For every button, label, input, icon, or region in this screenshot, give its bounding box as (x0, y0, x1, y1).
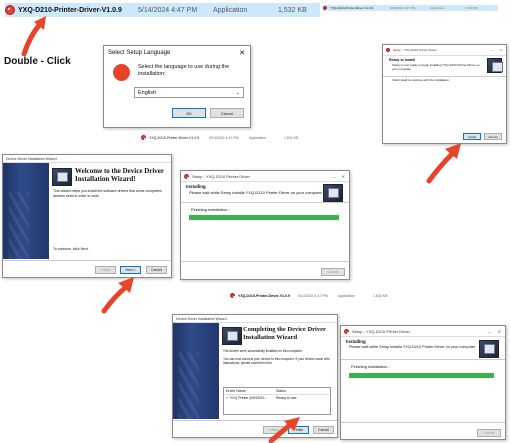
driver-name-cell: ✓ YXQ Printer (09/15/20... (226, 396, 268, 400)
file-type: Application (338, 293, 356, 298)
arrow-to-finish (268, 417, 300, 443)
file-date: 5/14/2024 4:47 PM (209, 135, 239, 140)
installing-status: Finishing installation... (191, 207, 231, 212)
window-controls[interactable]: — ✕ (490, 48, 506, 52)
installing-window-2: Setup - YXQ-D210 Printer Driver — ✕ Instal… (340, 325, 506, 440)
welcome-title: Device Driver Installation Wizard (6, 156, 57, 161)
file-name: YXQ-D210-Printer-Driver-V1.0.9 (238, 293, 290, 298)
welcome-wizard-window: Device Driver Installation Wizard Welcom… (2, 154, 172, 278)
arrow-to-file (21, 16, 46, 56)
file-type: Application (249, 135, 267, 140)
installing-subtitle: Please wait while Setup installs YXQ-D21… (189, 190, 323, 195)
cancel-button[interactable]: Cancel (313, 426, 334, 434)
cancel-button[interactable]: Cancel (477, 429, 501, 437)
language-dialog-title: Select Setup Language (108, 49, 171, 56)
file-size: 1,532 KB (284, 135, 299, 140)
wizard-sidebar (173, 323, 219, 419)
installing-subtitle: Please wait while Setup installs YXQ-D21… (349, 345, 476, 349)
close-icon[interactable]: ✕ (239, 49, 250, 57)
language-dialog: Select Setup Language ✕ Select the langu… (103, 45, 251, 128)
cancel-button[interactable]: Cancel (210, 108, 244, 118)
status-cell: Ready to use (276, 396, 297, 400)
installing-heading: Installing (186, 184, 206, 189)
installing-title: Setup - YXQ-D210 Printer Driver (352, 328, 410, 334)
cancel-button[interactable]: Cancel (484, 133, 502, 140)
complete-heading: Completing the Device Driver Installatio… (243, 326, 326, 341)
file-size: 1,532 KB (465, 6, 478, 10)
file-size: 1,532 KB (373, 293, 388, 298)
file-date: 5/14/2024 4:47 PM (390, 6, 416, 10)
file-name: YXQ-D210-Printer-Driver-V1.0.9 (18, 6, 122, 14)
installing-title: Setup - YXQ-D210 Printer Driver (192, 173, 250, 179)
driver-list: Driver Name Status ✓ YXQ Printer (09/15/… (223, 387, 331, 415)
installing-heading: Installing (346, 339, 366, 344)
window-controls[interactable]: — ✕ (488, 329, 505, 334)
file-row-top[interactable]: YXQ-D210-Printer-Driver-V1.0.9 5/14/2024… (5, 3, 320, 17)
progress-bar (349, 373, 494, 378)
installer-icon (344, 328, 349, 334)
next-button[interactable]: Next > (120, 266, 141, 274)
file-date: 5/14/2024 4:47 PM (138, 6, 198, 14)
language-message: Select the language to use during the in… (138, 64, 230, 77)
installer-icon (141, 135, 146, 140)
file-name: YXQ-D210-Printer-Driver-V1.0.9 (149, 135, 200, 140)
language-select[interactable]: English ⌄ (134, 87, 244, 98)
installer-icon (323, 6, 328, 11)
file-name: YXQ-D210-Printer-Driver-V1.0.9 (330, 6, 374, 10)
complete-title: Device Driver Installation Wizard (176, 316, 227, 321)
language-selected: English (138, 89, 157, 96)
install-button[interactable]: Install (463, 133, 481, 140)
package-icon (323, 184, 343, 202)
ready-heading: Ready to Install (389, 58, 415, 62)
package-icon (479, 340, 499, 358)
ready-title: Setup - YXQ-D210-Printer-Driver (393, 48, 437, 52)
file-row-small-1[interactable]: YXQ-D210-Printer-Driver-V1.0.9 5/14/2024… (323, 5, 498, 11)
installer-icon (230, 293, 235, 298)
window-controls[interactable]: — ✕ (332, 174, 349, 179)
back-button[interactable]: < Back (95, 266, 116, 274)
welcome-continue: To continue, click Next. (53, 247, 89, 251)
status-header: Status (276, 389, 286, 393)
complete-body-2: You can now connect your device to this … (223, 357, 330, 365)
installing-window: Setup - YXQ-D210 Printer Driver — ✕ Instal… (180, 170, 350, 280)
package-icon (487, 58, 503, 73)
package-icon (222, 327, 242, 345)
package-icon (52, 168, 72, 186)
file-row-small-3[interactable]: YXQ-D210-Printer-Driver-V1.0.9 5/14/2024… (230, 293, 387, 298)
ready-subtitle: Setup is now ready to begin installing Y… (392, 63, 480, 71)
ready-to-install-window: Setup - YXQ-D210-Printer-Driver — ✕ Ready … (382, 44, 507, 144)
installing-status: Finishing installation... (351, 364, 391, 369)
cancel-button[interactable]: Cancel (146, 266, 167, 274)
table-row: ✓ YXQ Printer (09/15/20... Ready to use (224, 395, 330, 401)
installer-icon (5, 5, 15, 15)
progress-bar (189, 215, 339, 220)
wizard-sidebar (3, 163, 49, 259)
file-row-small-2[interactable]: YXQ-D210-Printer-Driver-V1.0.9 5/14/2024… (141, 135, 298, 140)
ready-body: Click Install to continue with the insta… (392, 78, 450, 82)
file-date: 5/14/2024 4:47 PM (298, 293, 328, 298)
file-type: Application (430, 6, 445, 10)
cancel-button[interactable]: Cancel (321, 268, 345, 276)
arrow-to-install (426, 143, 461, 184)
file-type: Application (213, 6, 248, 14)
arrow-to-next (101, 277, 134, 314)
driver-name-header: Driver Name (226, 389, 246, 393)
double-click-label: Double - Click (4, 56, 71, 67)
welcome-body: This wizard helps you install the softwa… (53, 189, 162, 198)
complete-wizard-window: Device Driver Installation Wizard Comple… (172, 314, 338, 438)
installer-icon (184, 173, 189, 179)
welcome-heading: Welcome to the Device Driver Installatio… (75, 167, 164, 183)
ok-button[interactable]: OK (172, 108, 206, 118)
setup-logo-icon (113, 64, 130, 81)
complete-body-1: The drivers were successfully installed … (223, 349, 303, 353)
chevron-down-icon: ⌄ (235, 89, 240, 96)
file-size: 1,532 KB (278, 6, 307, 14)
installer-icon (386, 48, 391, 53)
